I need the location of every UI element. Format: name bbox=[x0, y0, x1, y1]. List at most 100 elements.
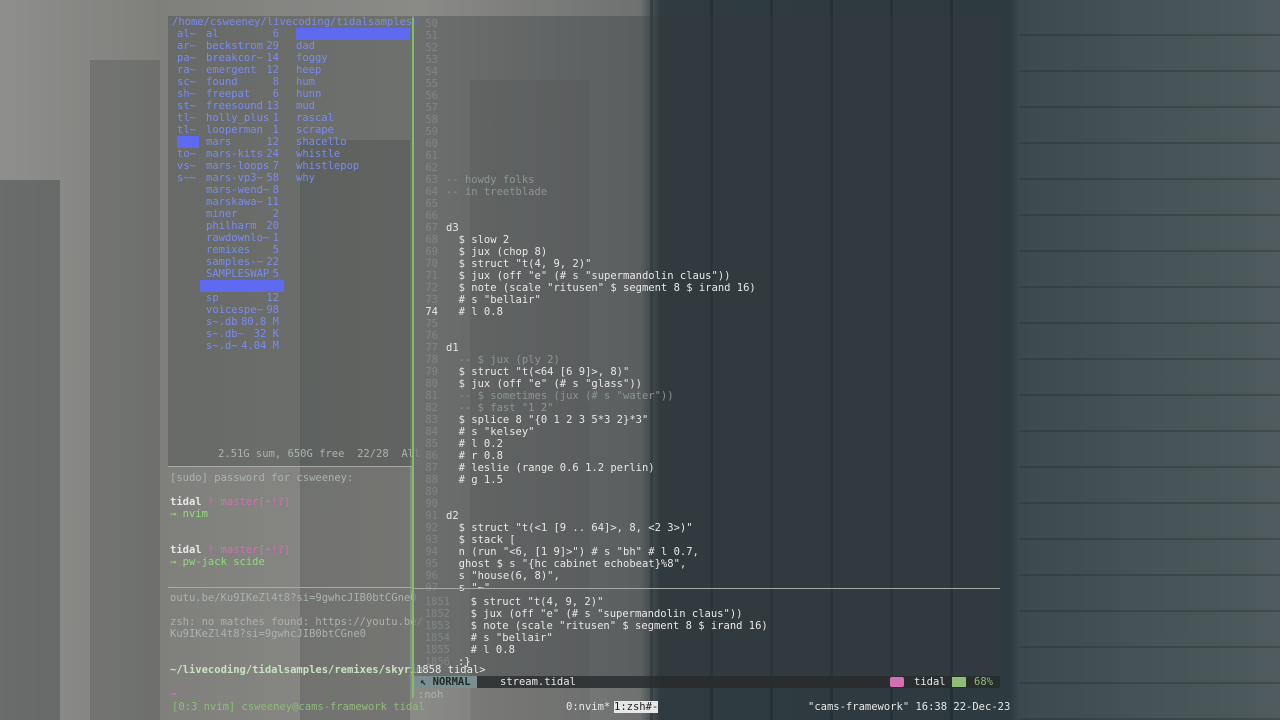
dir-entry[interactable]: looperman bbox=[206, 124, 263, 136]
line-number: 84 bbox=[425, 426, 438, 438]
repl-line: $ note (scale "ritusen" $ segment 8 $ ir… bbox=[458, 620, 768, 632]
file-entry[interactable]: mud bbox=[296, 100, 315, 112]
dir-entry[interactable]: mars-kits bbox=[206, 148, 263, 160]
dir-entry[interactable]: breakcor~ bbox=[206, 52, 263, 64]
dir-entry-count[interactable]: 24 bbox=[266, 148, 279, 160]
tmux-window-1[interactable]: 1:zsh#- bbox=[614, 701, 659, 713]
dir-entry[interactable]: remixes bbox=[206, 244, 250, 256]
repl-prompt[interactable]: tidal> bbox=[448, 664, 486, 676]
dir-entry-count[interactable]: 14 bbox=[266, 52, 279, 64]
line-number: 80 bbox=[425, 378, 438, 390]
dir-entry[interactable]: tl~ bbox=[177, 124, 196, 136]
dir-entry[interactable]: vs~ bbox=[177, 160, 196, 172]
tmux-window-0[interactable]: 0:nvim* bbox=[566, 701, 610, 713]
terminal-bottom[interactable]: outu.be/Ku9IKeZl4t8?si=9gwhcJIB0btCGne0 … bbox=[168, 590, 423, 700]
dir-entry-count[interactable]: 5 bbox=[273, 244, 279, 256]
file-entry[interactable]: hunn bbox=[296, 88, 321, 100]
dir-entry[interactable]: tl~ bbox=[177, 112, 196, 124]
dir-entry-count[interactable]: 98 bbox=[266, 304, 279, 316]
dir-entry[interactable]: sc~ bbox=[177, 76, 196, 88]
dir-entry[interactable]: al~ bbox=[177, 28, 196, 40]
dir-entry[interactable]: pa~ bbox=[177, 52, 196, 64]
dir-entry-count[interactable]: 13 bbox=[266, 100, 279, 112]
line-number: 68 bbox=[425, 234, 438, 246]
code-line: $ slow 2 bbox=[446, 234, 510, 246]
line-number: 87 bbox=[425, 462, 438, 474]
dir-entry-count[interactable]: 1 bbox=[273, 112, 279, 124]
dir-entry[interactable]: s~.db~ bbox=[206, 328, 244, 340]
code-line: -- $ jux (ply 2) bbox=[446, 354, 560, 366]
file-entry[interactable]: dad bbox=[296, 40, 315, 52]
file-entry[interactable]: foggy bbox=[296, 52, 328, 64]
dir-entry[interactable]: mars-vp3~ bbox=[206, 172, 263, 184]
dir-entry[interactable] bbox=[177, 136, 199, 148]
tmux-session: [0:3 nvim] csweeney@cams-framework tidal bbox=[172, 701, 425, 713]
line-number: 95 bbox=[425, 558, 438, 570]
dir-entry-count[interactable]: 32 K bbox=[254, 328, 279, 340]
dir-entry[interactable]: freesound bbox=[206, 100, 263, 112]
dir-entry-count[interactable]: 6 bbox=[273, 28, 279, 40]
dir-entry-count[interactable]: 1 bbox=[273, 124, 279, 136]
line-number: 50 bbox=[425, 18, 438, 30]
dir-entry-count[interactable]: 20 bbox=[266, 220, 279, 232]
dir-entry[interactable]: freepat bbox=[206, 88, 250, 100]
file-entry[interactable]: whistle bbox=[296, 148, 340, 160]
dir-entry-count[interactable]: 12 bbox=[266, 136, 279, 148]
dir-entry-count[interactable]: 8 bbox=[273, 184, 279, 196]
file-entry[interactable]: rascal bbox=[296, 112, 334, 124]
dir-entry[interactable]: marskawa~ bbox=[206, 196, 263, 208]
dir-entry[interactable]: emergent bbox=[206, 64, 257, 76]
line-number: 56 bbox=[425, 90, 438, 102]
dir-entry-count[interactable]: 4.04 M bbox=[241, 340, 279, 352]
file-entry[interactable]: why bbox=[296, 172, 315, 184]
file-entry[interactable]: scrape bbox=[296, 124, 334, 136]
repl-line: $ struct "t(4, 9, 2)" bbox=[458, 596, 604, 608]
mode-indicator: ↖ NORMAL bbox=[414, 676, 477, 688]
dir-entry-count[interactable]: 80.8 M bbox=[241, 316, 279, 328]
dir-entry[interactable]: beckstrom bbox=[206, 40, 263, 52]
dir-entry[interactable]: philharm bbox=[206, 220, 257, 232]
code-line: -- in treetblade bbox=[446, 186, 548, 198]
dir-entry[interactable]: miner bbox=[206, 208, 238, 220]
dir-entry[interactable]: al bbox=[206, 28, 219, 40]
dir-entry[interactable]: s~.d~ bbox=[206, 340, 238, 352]
dir-entry[interactable]: st~ bbox=[177, 100, 196, 112]
dir-entry[interactable]: s~~ bbox=[177, 172, 196, 184]
dir-entry[interactable]: s~.db bbox=[206, 316, 238, 328]
dir-entry-count[interactable]: 2 bbox=[273, 208, 279, 220]
dir-entry-count[interactable]: 6 bbox=[273, 88, 279, 100]
dir-entry[interactable]: ra~ bbox=[177, 64, 196, 76]
file-entry[interactable]: hum bbox=[296, 76, 315, 88]
dir-entry[interactable]: sp bbox=[206, 292, 219, 304]
dir-entry[interactable]: holly_plus bbox=[206, 112, 269, 124]
file-entry[interactable] bbox=[296, 28, 410, 40]
line-number: 70 bbox=[425, 258, 438, 270]
dir-entry[interactable]: samples-~ bbox=[206, 256, 263, 268]
dir-entry-count[interactable]: 8 bbox=[273, 76, 279, 88]
dir-entry-count[interactable]: 12 bbox=[266, 292, 279, 304]
dir-entry[interactable]: ar~ bbox=[177, 40, 196, 52]
terminal-top[interactable]: [sudo] password for csweeney: tidal ᚹ ma… bbox=[168, 470, 412, 585]
dir-entry-count[interactable]: 5 bbox=[273, 268, 279, 280]
dir-entry-count[interactable]: 58 bbox=[266, 172, 279, 184]
editor-pane[interactable]: 50 51 52 53 54 55 56 57 58 59 60 61 62 63 -- howdy fol… bbox=[414, 16, 1000, 676]
file-entry[interactable]: whistlepop bbox=[296, 160, 359, 172]
dir-entry[interactable]: mars-loops bbox=[206, 160, 269, 172]
dir-entry[interactable]: to~ bbox=[177, 148, 196, 160]
dir-entry-count[interactable]: 22 bbox=[266, 256, 279, 268]
dir-entry[interactable]: mars bbox=[206, 136, 231, 148]
dir-entry-count[interactable]: 7 bbox=[273, 160, 279, 172]
file-entry[interactable]: shacello bbox=[296, 136, 347, 148]
dir-entry[interactable]: mars-wend~ bbox=[206, 184, 269, 196]
dir-entry[interactable]: rawdownlo~ bbox=[206, 232, 269, 244]
dir-entry[interactable]: sh~ bbox=[177, 88, 196, 100]
file-entry[interactable]: heep bbox=[296, 64, 321, 76]
dir-entry[interactable]: voicespe~ bbox=[206, 304, 263, 316]
dir-entry-count[interactable]: 12 bbox=[266, 64, 279, 76]
dir-entry[interactable]: found bbox=[206, 76, 238, 88]
dir-entry-count[interactable]: 1 bbox=[273, 232, 279, 244]
dir-entry[interactable]: SAMPLESWAP bbox=[206, 268, 269, 280]
dir-entry-count[interactable]: 29 bbox=[266, 40, 279, 52]
dir-entry-count[interactable]: 11 bbox=[266, 196, 279, 208]
folder-icon bbox=[890, 677, 904, 687]
